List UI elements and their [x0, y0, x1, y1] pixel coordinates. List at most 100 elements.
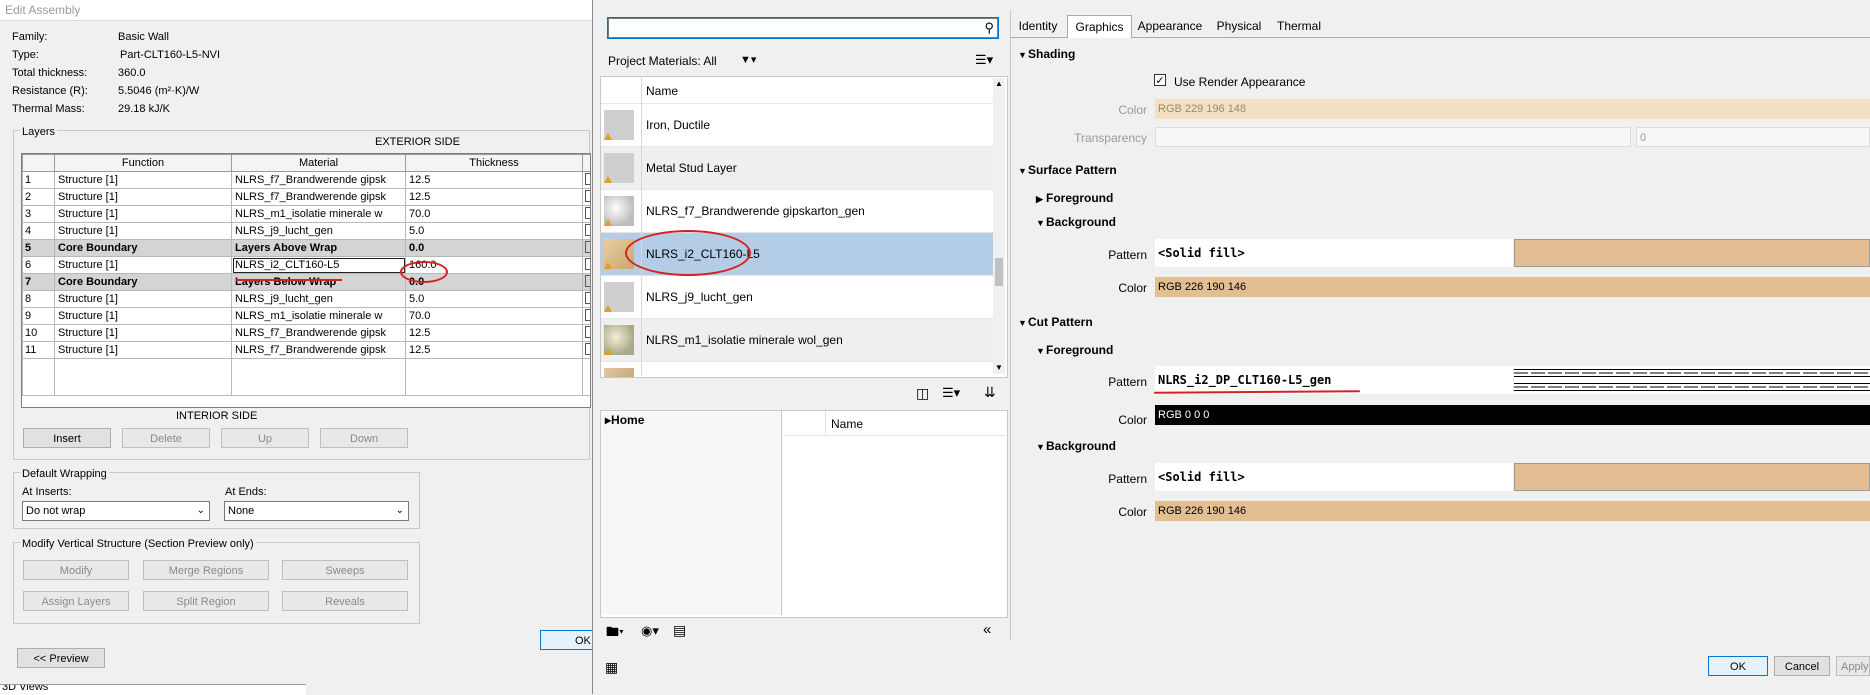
- layer-row[interactable]: 8 Structure [1] NLRS_j9_lucht_gen 5.0: [22, 290, 590, 308]
- layer-material-cell[interactable]: Layers Above Wrap: [231, 239, 406, 257]
- material-list-item[interactable]: Metal Stud Layer: [601, 147, 994, 190]
- layer-function-cell[interactable]: Structure [1]: [54, 205, 232, 223]
- layer-row[interactable]: 6 Structure [1] NLRS_i2_CLT160-L5 160.0: [22, 256, 590, 274]
- create-material-icon[interactable]: ◉▾: [641, 623, 659, 639]
- layer-extra-cell[interactable]: [582, 256, 590, 274]
- library-name-column-header[interactable]: Name: [831, 417, 863, 431]
- layer-function-cell[interactable]: Structure [1]: [54, 188, 232, 206]
- layer-material-cell[interactable]: NLRS_j9_lucht_gen: [231, 290, 406, 308]
- material-list-item[interactable]: NLRS_m1_isolatie minerale wol_gen: [601, 319, 994, 362]
- tab-thermal[interactable]: Thermal: [1272, 15, 1326, 37]
- asset-browser-icon[interactable]: ▤: [673, 622, 686, 639]
- cut-pattern-section-header[interactable]: ▼Cut Pattern: [1018, 315, 1093, 329]
- preview-button[interactable]: << Preview: [17, 648, 105, 668]
- layer-extra-cell[interactable]: [582, 239, 590, 257]
- cut-bg-pattern-field[interactable]: <Solid fill>: [1155, 463, 1513, 491]
- tab-identity[interactable]: Identity: [1013, 15, 1063, 37]
- tab-physical[interactable]: Physical: [1210, 15, 1268, 37]
- layer-row[interactable]: 4 Structure [1] NLRS_j9_lucht_gen 5.0: [22, 222, 590, 240]
- layer-material-cell[interactable]: NLRS_f7_Brandwerende gipsk: [231, 324, 406, 342]
- collapse-left-icon[interactable]: «: [983, 621, 991, 638]
- wraps-checkbox[interactable]: [585, 342, 590, 355]
- cut-foreground-header[interactable]: ▼Foreground: [1036, 343, 1113, 357]
- layer-function-cell[interactable]: Structure [1]: [54, 307, 232, 325]
- surface-background-header[interactable]: ▼Background: [1036, 215, 1116, 229]
- layer-thickness-cell[interactable]: 12.5: [405, 171, 583, 189]
- layer-function-cell[interactable]: Structure [1]: [54, 222, 232, 240]
- surface-bg-pattern-preview[interactable]: [1514, 239, 1870, 267]
- layer-extra-cell[interactable]: [582, 222, 590, 240]
- layer-thickness-cell[interactable]: 70.0: [405, 205, 583, 223]
- delete-button[interactable]: Delete: [122, 428, 210, 448]
- search-input[interactable]: ⚲: [607, 17, 999, 39]
- material-list-item[interactable]: NLRS_j9_lucht_gen: [601, 276, 994, 319]
- scrollbar-thumb[interactable]: [995, 258, 1003, 286]
- material-list-item[interactable]: NLRS_f7_Brandwerende gipskarton_gen: [601, 190, 994, 233]
- down-button[interactable]: Down: [320, 428, 408, 448]
- use-render-appearance-checkbox[interactable]: ✓: [1154, 74, 1166, 87]
- material-list-item[interactable]: Iron, Ductile: [601, 104, 994, 147]
- layer-function-cell[interactable]: Structure [1]: [54, 171, 232, 189]
- layer-row[interactable]: 5 Core Boundary Layers Above Wrap 0.0: [22, 239, 590, 257]
- wraps-checkbox[interactable]: [585, 189, 590, 202]
- wraps-checkbox[interactable]: [585, 240, 590, 253]
- layer-function-cell[interactable]: Structure [1]: [54, 324, 232, 342]
- wraps-checkbox[interactable]: [585, 325, 590, 338]
- folder-menu-icon[interactable]: 🖿▾: [606, 623, 624, 645]
- assembly-ok-button[interactable]: OK: [540, 630, 600, 650]
- transparency-value[interactable]: 0: [1636, 127, 1870, 147]
- layer-extra-cell[interactable]: [582, 341, 590, 359]
- surface-pattern-section-header[interactable]: ▼Surface Pattern: [1018, 163, 1117, 177]
- layer-thickness-cell[interactable]: 12.5: [405, 341, 583, 359]
- layer-material-cell[interactable]: Layers Below Wrap: [231, 273, 406, 291]
- layer-function-cell[interactable]: Structure [1]: [54, 256, 232, 274]
- layer-row[interactable]: 9 Structure [1] NLRS_m1_isolatie minerale …: [22, 307, 590, 325]
- wraps-checkbox[interactable]: [585, 274, 590, 287]
- collapse-double-chevron-icon[interactable]: ⇊: [984, 384, 996, 401]
- at-ends-select[interactable]: None ⌄: [224, 501, 409, 521]
- layer-thickness-cell[interactable]: 12.5: [405, 324, 583, 342]
- layer-row[interactable]: 11 Structure [1] NLRS_f7_Brandwerende gips…: [22, 341, 590, 359]
- shading-section-header[interactable]: ▼Shading: [1018, 47, 1075, 61]
- scroll-up-icon[interactable]: ▲: [995, 79, 1003, 88]
- wraps-checkbox[interactable]: [585, 308, 590, 321]
- up-button[interactable]: Up: [221, 428, 309, 448]
- layer-material-cell[interactable]: NLRS_m1_isolatie minerale w: [231, 205, 406, 223]
- cut-bg-color-swatch[interactable]: RGB 226 190 146: [1155, 501, 1870, 521]
- cut-bg-pattern-preview[interactable]: [1514, 463, 1870, 491]
- library-home-item[interactable]: ▸Home: [605, 413, 644, 427]
- layer-extra-cell[interactable]: [582, 324, 590, 342]
- layer-material-cell[interactable]: NLRS_f7_Brandwerende gipsk: [231, 171, 406, 189]
- layer-extra-cell[interactable]: [582, 171, 590, 189]
- layer-material-cell[interactable]: NLRS_f7_Brandwerende gipsk: [231, 188, 406, 206]
- layer-thickness-cell[interactable]: 70.0: [405, 307, 583, 325]
- material-list-scrollbar[interactable]: [993, 78, 1005, 374]
- layer-row[interactable]: 2 Structure [1] NLRS_f7_Brandwerende gipsk…: [22, 188, 590, 206]
- layer-thickness-cell[interactable]: 12.5: [405, 188, 583, 206]
- transparency-slider[interactable]: [1155, 127, 1631, 147]
- layer-extra-cell[interactable]: [582, 188, 590, 206]
- reveals-button[interactable]: Reveals: [282, 591, 408, 611]
- apply-button[interactable]: Apply: [1836, 656, 1870, 676]
- wraps-checkbox[interactable]: [585, 291, 590, 304]
- layer-row[interactable]: 1 Structure [1] NLRS_f7_Brandwerende gipsk…: [22, 171, 590, 189]
- layer-extra-cell[interactable]: [582, 290, 590, 308]
- layer-thickness-cell[interactable]: 5.0: [405, 290, 583, 308]
- layer-function-cell[interactable]: Structure [1]: [54, 290, 232, 308]
- assign-layers-button[interactable]: Assign Layers: [23, 591, 129, 611]
- layer-function-cell[interactable]: Core Boundary: [54, 273, 232, 291]
- layer-row[interactable]: 7 Core Boundary Layers Below Wrap 0.0: [22, 273, 590, 291]
- cut-fg-color-swatch[interactable]: RGB 0 0 0: [1155, 405, 1870, 425]
- layer-extra-cell[interactable]: [582, 307, 590, 325]
- split-region-button[interactable]: Split Region: [143, 591, 269, 611]
- ok-button[interactable]: OK: [1708, 656, 1768, 676]
- sweeps-button[interactable]: Sweeps: [282, 560, 408, 580]
- view-options-icon[interactable]: ☰▾: [975, 52, 993, 68]
- layer-extra-cell[interactable]: [582, 273, 590, 291]
- layer-material-cell[interactable]: NLRS_j9_lucht_gen: [231, 222, 406, 240]
- panel-toggle-icon[interactable]: ◫: [916, 385, 929, 402]
- wraps-checkbox[interactable]: [585, 172, 590, 185]
- wraps-checkbox[interactable]: [585, 223, 590, 236]
- insert-button[interactable]: Insert: [23, 428, 111, 448]
- layer-thickness-cell[interactable]: 0.0: [405, 239, 583, 257]
